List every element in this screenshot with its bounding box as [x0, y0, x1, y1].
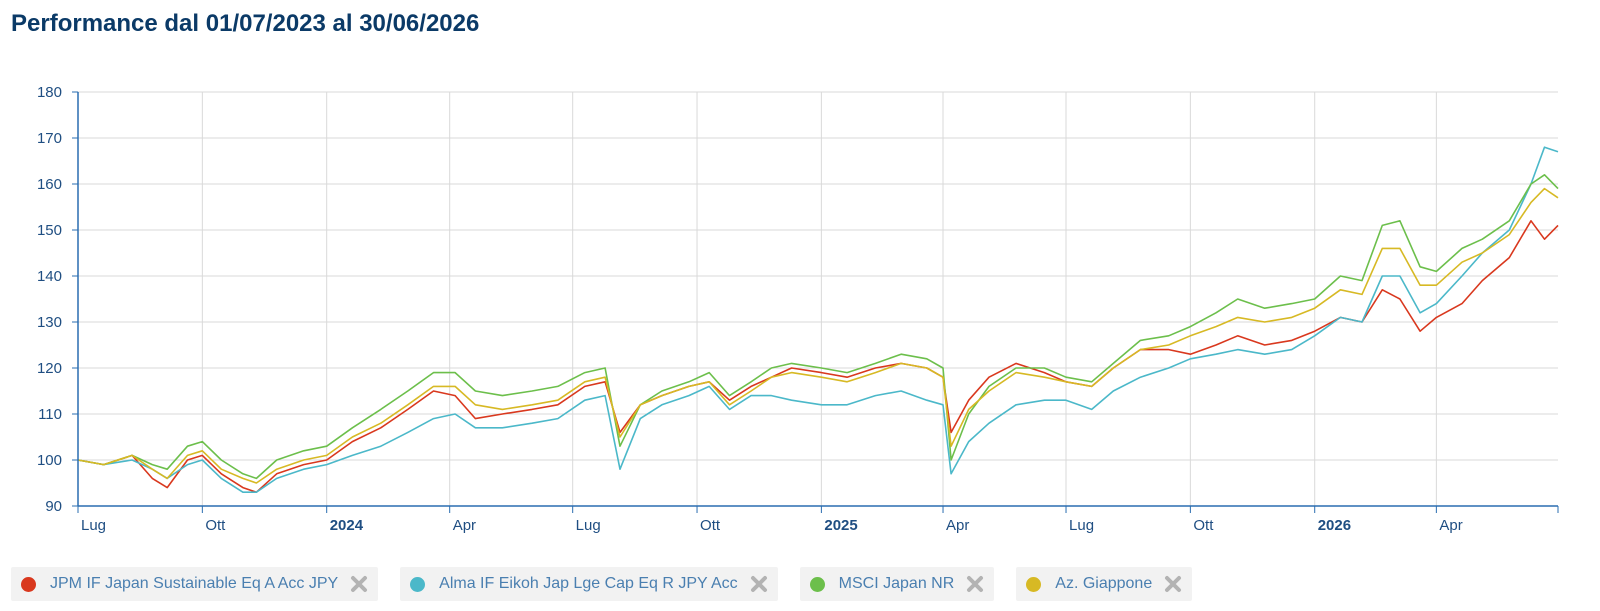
- axes: [77, 92, 1559, 513]
- y-tick-label: 100: [37, 452, 62, 469]
- y-tick-label: 180: [37, 84, 62, 101]
- y-tick-label: 160: [37, 176, 62, 193]
- legend-item-0[interactable]: JPM IF Japan Sustainable Eq A Acc JPY: [11, 567, 379, 601]
- y-tick-label: 150: [37, 222, 62, 239]
- close-x-icon[interactable]: [350, 575, 368, 593]
- x-tick-label: Lug: [576, 517, 601, 534]
- x-tick-label: Lug: [1069, 517, 1094, 534]
- y-tick-label: 120: [37, 360, 62, 377]
- x-tick-label: Ott: [205, 517, 226, 534]
- close-x-icon[interactable]: [750, 575, 768, 593]
- legend-color-dot: [410, 576, 426, 592]
- x-tick-label: Apr: [946, 517, 969, 534]
- y-tick-label: 140: [37, 268, 62, 285]
- series-line-1: [77, 146, 1559, 493]
- legend-label: Alma IF Eikoh Jap Lge Cap Eq R JPY Acc: [439, 575, 738, 592]
- horizontal-gridlines: [72, 91, 1558, 507]
- legend-color-dot: [1026, 576, 1042, 592]
- x-tick-label: Apr: [1439, 517, 1462, 534]
- legend-label: Az. Giappone: [1055, 575, 1153, 592]
- x-axis-tick-labels: Lug Ott 2024 Apr Lug Ott 2025 Apr Lug Ott 2026 Apr: [81, 517, 1463, 534]
- x-tick-label: Ott: [700, 517, 721, 534]
- series-line-2: [77, 174, 1559, 480]
- legend-label: JPM IF Japan Sustainable Eq A Acc JPY: [50, 575, 339, 592]
- legend-color-dot: [21, 576, 36, 592]
- series-lines: [77, 146, 1559, 493]
- y-axis-tick-labels: 90 100 110 120 130 140 150 160 170 180: [37, 84, 62, 515]
- y-tick-label: 130: [37, 314, 62, 331]
- legend-item-2[interactable]: MSCI Japan NR: [799, 567, 995, 601]
- y-tick-label: 110: [38, 406, 62, 423]
- y-tick-label: 90: [45, 498, 62, 515]
- legend-item-1[interactable]: Alma IF Eikoh Jap Lge Cap Eq R JPY Acc: [400, 567, 778, 601]
- chart-legend: JPM IF Japan Sustainable Eq A Acc JPY Alm…: [11, 567, 1193, 601]
- series-line-3: [77, 187, 1559, 484]
- x-tick-label: 2024: [330, 517, 364, 534]
- x-tick-label: Apr: [453, 517, 476, 534]
- x-tick-label: 2026: [1318, 517, 1351, 534]
- close-x-icon[interactable]: [1164, 575, 1182, 593]
- x-tick-label: 2025: [824, 517, 857, 534]
- x-tick-label: Lug: [81, 517, 106, 534]
- legend-color-dot: [809, 576, 825, 592]
- legend-item-3[interactable]: Az. Giappone: [1016, 567, 1193, 601]
- x-tick-label: Ott: [1193, 517, 1214, 534]
- legend-label: MSCI Japan NR: [838, 575, 955, 592]
- close-x-icon[interactable]: [966, 575, 984, 593]
- performance-line-chart: 90 100 110 120 130 140 150 160 170 180 Lug Ott 2024…: [37, 84, 1559, 534]
- y-tick-label: 170: [37, 130, 62, 147]
